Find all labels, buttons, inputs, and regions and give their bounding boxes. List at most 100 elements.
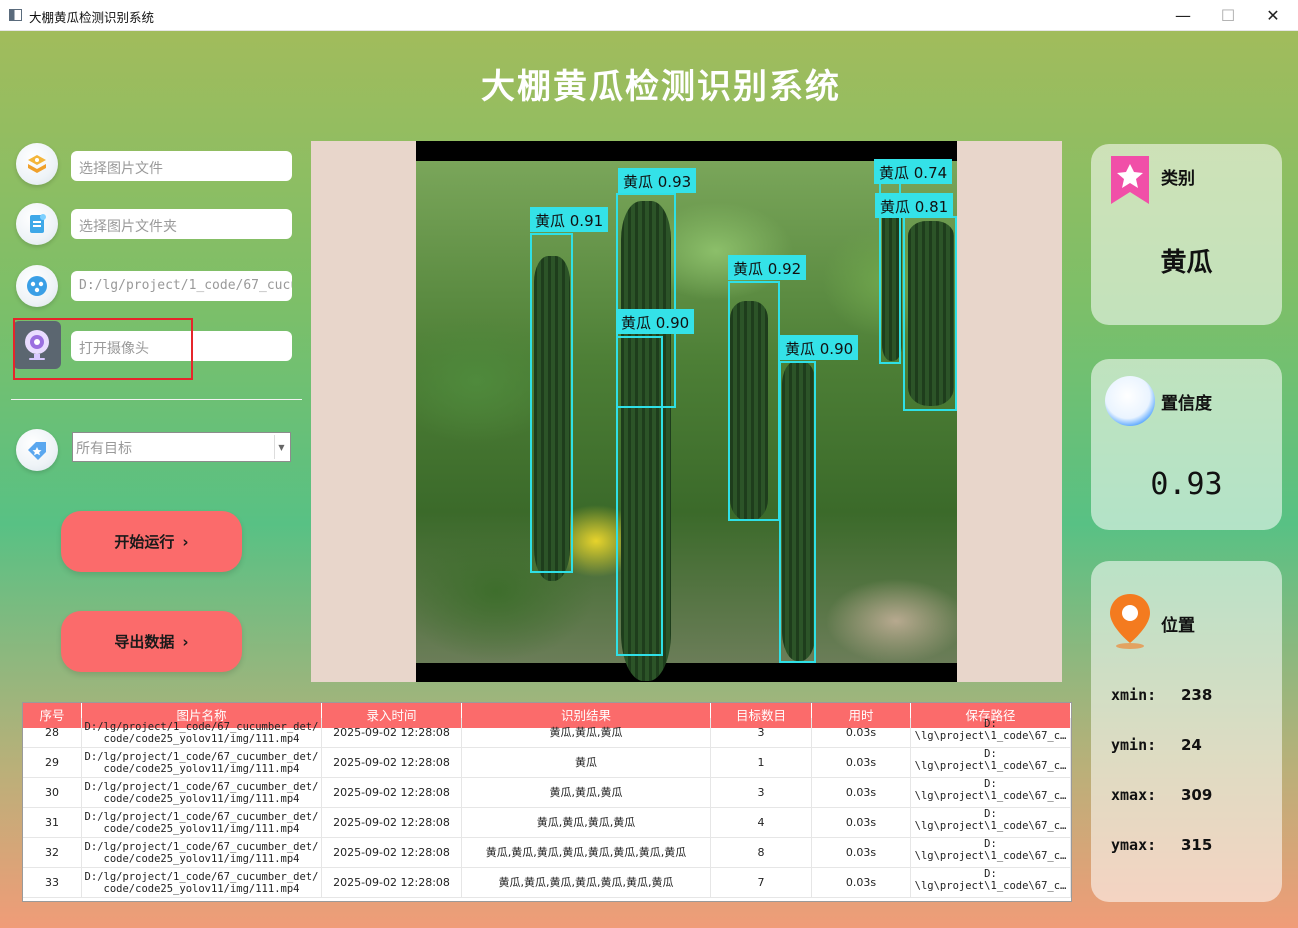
class-value: 黄瓜	[1160, 248, 1213, 278]
table-cell-result: 黄瓜,黄瓜,黄瓜,黄瓜	[462, 808, 711, 837]
xmax-label: xmax:	[1111, 786, 1157, 804]
ymax-row: ymax: 315	[1111, 836, 1212, 854]
class-card: 类别 黄瓜	[1091, 144, 1282, 325]
table-cell-no: 32	[23, 838, 82, 867]
results-table[interactable]: 序号 图片名称 录入时间 识别结果 目标数目 用时 保存路径 28 D:/lg/p…	[22, 702, 1072, 902]
chevron-down-icon[interactable]: ▼	[274, 435, 288, 459]
window-titlebar: 大棚黄瓜检测识别系统 — ☐ ✕	[0, 0, 1298, 31]
table-row[interactable]: 32 D:/lg/project/1_code/67_cucumber_det/c…	[23, 838, 1071, 868]
table-cell-no: 31	[23, 808, 82, 837]
detection-label: 黄瓜 0.74	[874, 159, 953, 184]
table-cell-count: 3	[711, 718, 812, 747]
video-path-input[interactable]: D:/lg/project/1_code/67_cucumber_det/cod…	[71, 271, 292, 301]
table-cell-name: D:/lg/project/1_code/67_cucumber_det/cod…	[82, 808, 322, 837]
start-run-button[interactable]: 开始运行 ›	[61, 511, 242, 572]
ymax-value: 315	[1181, 836, 1213, 854]
table-row[interactable]: 29 D:/lg/project/1_code/67_cucumber_det/c…	[23, 748, 1071, 778]
table-cell-name: D:/lg/project/1_code/67_cucumber_det/cod…	[82, 718, 322, 747]
table-cell-time: 2025-09-02 12:28:08	[322, 838, 462, 867]
table-cell-used: 0.03s	[812, 748, 911, 777]
detection-box	[903, 216, 957, 411]
table-cell-time: 2025-09-02 12:28:08	[322, 808, 462, 837]
table-row[interactable]: 30 D:/lg/project/1_code/67_cucumber_det/c…	[23, 778, 1071, 808]
xmin-label: xmin:	[1111, 686, 1157, 704]
minimize-button[interactable]: —	[1160, 2, 1206, 29]
table-cell-result: 黄瓜	[462, 748, 711, 777]
table-cell-count: 8	[711, 838, 812, 867]
confidence-value: 0.93	[1150, 467, 1223, 502]
target-filter-icon	[16, 429, 58, 471]
table-cell-no: 28	[23, 718, 82, 747]
detection-image: 黄瓜 0.91 黄瓜 0.93 黄瓜 0.90 黄瓜 0.92 黄瓜 0.90 …	[416, 141, 957, 682]
target-select[interactable]: 所有目标 ▼	[72, 432, 291, 462]
table-cell-time: 2025-09-02 12:28:08	[322, 748, 462, 777]
image-folder-input[interactable]: 选择图片文件夹	[71, 209, 292, 239]
table-cell-time: 2025-09-02 12:28:08	[322, 718, 462, 747]
confidence-label: 置信度	[1161, 394, 1212, 414]
xmax-row: xmax: 309	[1111, 786, 1212, 804]
table-cell-path: D: \lg\project\1_code\67_c…	[911, 748, 1071, 777]
detection-box	[728, 281, 780, 521]
export-data-button[interactable]: 导出数据 ›	[61, 611, 242, 672]
table-row[interactable]: 31 D:/lg/project/1_code/67_cucumber_det/c…	[23, 808, 1071, 838]
position-card: 位置 xmin: 238 ymin: 24 xmax: 309 ymax: 31…	[1091, 561, 1282, 902]
video-file-icon[interactable]	[16, 265, 58, 307]
close-button[interactable]: ✕	[1250, 2, 1296, 29]
detection-label: 黄瓜 0.90	[780, 335, 859, 360]
image-folder-icon[interactable]	[16, 203, 58, 245]
confidence-card: 置信度 0.93	[1091, 359, 1282, 530]
start-run-label: 开始运行	[114, 533, 175, 551]
ymin-label: ymin:	[1111, 736, 1157, 754]
table-cell-name: D:/lg/project/1_code/67_cucumber_det/cod…	[82, 868, 322, 897]
chevron-right-icon: ›	[182, 632, 189, 651]
xmin-row: xmin: 238	[1111, 686, 1212, 704]
greenhouse-photo	[416, 161, 957, 681]
ymax-label: ymax:	[1111, 836, 1157, 854]
table-cell-path: D: \lg\project\1_code\67_c…	[911, 868, 1071, 897]
xmax-value: 309	[1181, 786, 1213, 804]
table-cell-path: D: \lg\project\1_code\67_c…	[911, 838, 1071, 867]
table-cell-time: 2025-09-02 12:28:08	[322, 868, 462, 897]
table-row[interactable]: 28 D:/lg/project/1_code/67_cucumber_det/c…	[23, 718, 1071, 748]
detection-box	[779, 361, 816, 663]
target-select-value: 所有目标	[76, 441, 132, 457]
image-file-input[interactable]: 选择图片文件	[71, 151, 292, 181]
detection-label: 黄瓜 0.90	[616, 309, 695, 334]
table-cell-used: 0.03s	[812, 778, 911, 807]
confidence-gauge-icon	[1105, 376, 1155, 426]
table-cell-count: 4	[711, 808, 812, 837]
table-row[interactable]: 33 D:/lg/project/1_code/67_cucumber_det/c…	[23, 868, 1071, 898]
camera-highlight-annotation	[13, 318, 193, 380]
table-cell-count: 1	[711, 748, 812, 777]
window-title: 大棚黄瓜检测识别系统	[29, 10, 155, 25]
detection-box	[616, 336, 663, 656]
table-cell-path: D: \lg\project\1_code\67_c…	[911, 808, 1071, 837]
table-cell-result: 黄瓜,黄瓜,黄瓜,黄瓜,黄瓜,黄瓜,黄瓜,黄瓜	[462, 838, 711, 867]
detection-label: 黄瓜 0.92	[728, 255, 807, 280]
left-panel-divider	[11, 399, 302, 400]
chevron-right-icon: ›	[182, 532, 189, 551]
table-cell-no: 29	[23, 748, 82, 777]
bookmark-star-icon	[1111, 156, 1149, 204]
app-window-icon	[9, 9, 22, 21]
app-body: 大棚黄瓜检测识别系统 选择图片文件 选择图片文件夹 D:/lg/project/…	[0, 31, 1298, 928]
table-cell-used: 0.03s	[812, 868, 911, 897]
table-cell-name: D:/lg/project/1_code/67_cucumber_det/cod…	[82, 748, 322, 777]
app-title: 大棚黄瓜检测识别系统	[481, 67, 841, 107]
export-data-label: 导出数据	[114, 633, 175, 651]
table-body: 28 D:/lg/project/1_code/67_cucumber_det/c…	[23, 718, 1071, 898]
xmin-value: 238	[1181, 686, 1213, 704]
table-cell-path: D: \lg\project\1_code\67_c…	[911, 718, 1071, 747]
position-label: 位置	[1161, 616, 1195, 636]
image-file-icon[interactable]	[16, 143, 58, 185]
table-cell-result: 黄瓜,黄瓜,黄瓜	[462, 778, 711, 807]
table-cell-path: D: \lg\project\1_code\67_c…	[911, 778, 1071, 807]
table-cell-count: 3	[711, 778, 812, 807]
detection-label: 黄瓜 0.91	[530, 207, 609, 232]
maximize-button[interactable]: ☐	[1205, 2, 1251, 29]
ymin-value: 24	[1181, 736, 1202, 754]
detection-box	[530, 233, 573, 573]
detection-label: 黄瓜 0.93	[618, 168, 697, 193]
table-cell-name: D:/lg/project/1_code/67_cucumber_det/cod…	[82, 778, 322, 807]
table-cell-no: 33	[23, 868, 82, 897]
